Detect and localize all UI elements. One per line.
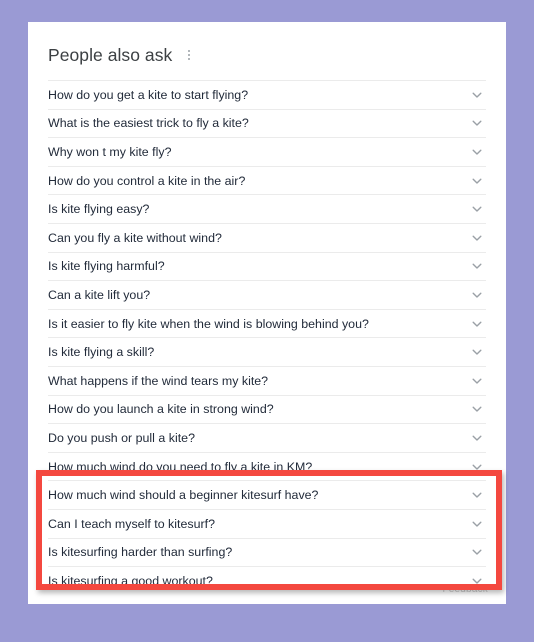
paa-question-text: How do you launch a kite in strong wind?: [48, 402, 274, 417]
chevron-down-icon[interactable]: [469, 173, 485, 189]
paa-question-row[interactable]: What is the easiest trick to fly a kite?: [48, 108, 486, 138]
kebab-dot: [188, 50, 191, 52]
paa-question-text: How do you get a kite to start flying?: [48, 87, 249, 102]
paa-question-row[interactable]: How do you launch a kite in strong wind?: [48, 394, 486, 424]
paa-question-text: Is kite flying harmful?: [48, 259, 165, 274]
chevron-down-icon[interactable]: [469, 344, 485, 360]
paa-header: People also ask: [48, 42, 196, 68]
people-also-ask-card: People also ask How do you get a kite to…: [28, 22, 506, 604]
paa-question-text: Is kitesurfing harder than surfing?: [48, 545, 233, 560]
paa-question-row[interactable]: How do you get a kite to start flying?: [48, 80, 486, 109]
chevron-down-icon[interactable]: [469, 258, 485, 274]
chevron-down-icon[interactable]: [469, 544, 485, 560]
paa-question-row[interactable]: Is kitesurfing harder than surfing?: [48, 537, 486, 567]
paa-question-row[interactable]: Is it easier to fly kite when the wind i…: [48, 308, 486, 338]
chevron-down-icon[interactable]: [469, 459, 485, 475]
paa-question-text: Is kitesurfing a good workout?: [48, 573, 213, 588]
chevron-down-icon[interactable]: [469, 230, 485, 246]
chevron-down-icon[interactable]: [469, 487, 485, 503]
kebab-menu-icon[interactable]: [182, 46, 196, 64]
paa-question-text: How much wind do you need to fly a kite …: [48, 459, 313, 474]
kebab-dot: [188, 54, 191, 56]
chevron-down-icon[interactable]: [469, 287, 485, 303]
paa-question-text: How much wind should a beginner kitesurf…: [48, 488, 319, 503]
paa-question-row[interactable]: What happens if the wind tears my kite?: [48, 365, 486, 395]
paa-question-row[interactable]: Can you fly a kite without wind?: [48, 222, 486, 252]
paa-question-text: Why won t my kite fly?: [48, 144, 172, 159]
paa-question-text: Is kite flying easy?: [48, 202, 150, 217]
paa-question-row[interactable]: Can a kite lift you?: [48, 280, 486, 309]
kebab-dot: [188, 58, 191, 60]
paa-question-row[interactable]: How much wind do you need to fly a kite …: [48, 451, 486, 481]
paa-question-row[interactable]: Is kite flying harmful?: [48, 251, 486, 281]
paa-question-row[interactable]: Why won t my kite fly?: [48, 137, 486, 166]
paa-question-row[interactable]: Is kite flying easy?: [48, 194, 486, 223]
feedback-link[interactable]: Feedback: [442, 584, 488, 596]
paa-question-text: Do you push or pull a kite?: [48, 430, 195, 445]
chevron-down-icon[interactable]: [469, 401, 485, 417]
paa-question-text: What is the easiest trick to fly a kite?: [48, 116, 249, 131]
chevron-down-icon[interactable]: [469, 87, 485, 103]
chevron-down-icon[interactable]: [469, 373, 485, 389]
paa-question-text: What happens if the wind tears my kite?: [48, 373, 269, 388]
paa-question-row[interactable]: Is kite flying a skill?: [48, 337, 486, 366]
chevron-down-icon[interactable]: [469, 201, 485, 217]
paa-question-text: Can you fly a kite without wind?: [48, 230, 222, 245]
paa-question-text: Is it easier to fly kite when the wind i…: [48, 316, 369, 331]
paa-question-row[interactable]: Is kitesurfing a good workout?: [48, 566, 486, 595]
paa-question-row[interactable]: How do you control a kite in the air?: [48, 165, 486, 195]
paa-question-text: How do you control a kite in the air?: [48, 173, 246, 188]
paa-question-row[interactable]: Do you push or pull a kite?: [48, 423, 486, 452]
chevron-down-icon[interactable]: [469, 430, 485, 446]
chevron-down-icon[interactable]: [469, 316, 485, 332]
paa-question-row[interactable]: How much wind should a beginner kitesurf…: [48, 480, 486, 509]
chevron-down-icon[interactable]: [469, 115, 485, 131]
paa-question-list: How do you get a kite to start flying? Wh…: [48, 80, 486, 595]
paa-question-text: Can I teach myself to kitesurf?: [48, 516, 215, 531]
chevron-down-icon[interactable]: [469, 144, 485, 160]
paa-question-text: Is kite flying a skill?: [48, 345, 155, 360]
paa-question-text: Can a kite lift you?: [48, 287, 151, 302]
page-title: People also ask: [48, 45, 173, 65]
screenshot-stage: People also ask How do you get a kite to…: [0, 0, 534, 642]
chevron-down-icon[interactable]: [469, 516, 485, 532]
paa-question-row[interactable]: Can I teach myself to kitesurf?: [48, 508, 486, 538]
